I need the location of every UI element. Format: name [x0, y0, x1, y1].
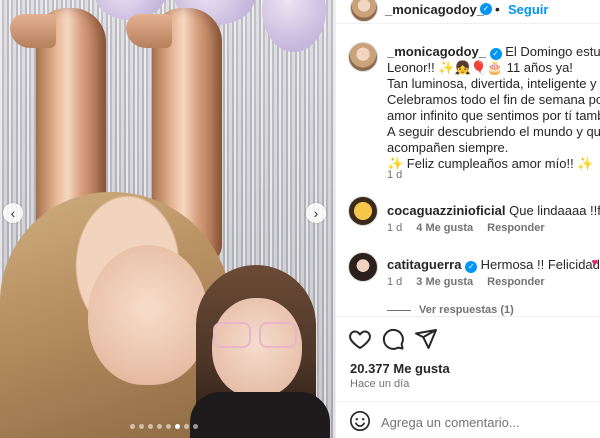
woman-face: [88, 245, 208, 385]
comment-username[interactable]: cocaguazzinioficial: [387, 203, 505, 218]
comment-icon[interactable]: [381, 327, 405, 351]
verified-badge-icon: ✓: [465, 261, 478, 273]
emoji-icon[interactable]: [349, 410, 371, 432]
glasses: [213, 322, 301, 350]
comment-likes[interactable]: 4 Me gusta: [416, 222, 473, 234]
add-comment-input[interactable]: Agrega un comentario...: [381, 415, 520, 430]
follow-button[interactable]: Seguir: [508, 2, 548, 17]
post-actions: 20.377 Me gusta Hace un día Agrega un co…: [336, 316, 600, 438]
header-username[interactable]: _monicagodoy_: [385, 2, 484, 17]
caption-line: amor infinito que sentimos por tí tambié…: [387, 108, 600, 123]
verified-badge-icon: ✓: [489, 48, 502, 60]
verified-badge-icon: ✓: [480, 3, 492, 15]
comment-likes[interactable]: 3 Me gusta: [416, 276, 473, 288]
heart-emoji-icon: ♥: [591, 257, 598, 269]
view-replies-label: Ver respuestas (1): [419, 304, 514, 316]
avatar[interactable]: [350, 0, 378, 22]
comment-username[interactable]: catitaguerra: [387, 257, 461, 272]
share-icon[interactable]: [414, 327, 438, 351]
carousel-dot[interactable]: [166, 424, 171, 429]
avatar[interactable]: [348, 42, 378, 72]
avatar[interactable]: [348, 252, 378, 282]
separator-dot: •: [495, 1, 500, 17]
comment-time: 1 d: [387, 276, 403, 288]
carousel-dot[interactable]: [148, 424, 153, 429]
caption-text: El Domingo estuvo de: [505, 44, 600, 59]
add-comment-bar: Agrega un comentario...: [336, 401, 600, 438]
post-caption: _monicagodoy_ ✓ El Domingo estuvo de Leo…: [387, 44, 600, 172]
comment-text: Hermosa !! Felicidades !: [480, 257, 600, 272]
caption-line: Tan luminosa, divertida, inteligente y s…: [387, 76, 600, 91]
likes-count[interactable]: 20.377 Me gusta: [350, 361, 450, 376]
caption-line: acompañen siempre.: [387, 140, 509, 155]
comment-text: Que lindaaaa !!feliz Cu: [509, 203, 600, 218]
carousel-dot[interactable]: [157, 424, 162, 429]
comment: catitaguerra ✓ Hermosa !! Felicidades !: [387, 257, 600, 273]
post-timestamp: Hace un día: [350, 378, 410, 390]
comment: cocaguazzinioficial Que lindaaaa !!feliz…: [387, 203, 600, 218]
replies-line: [387, 309, 411, 311]
comment-meta: 1 d 4 Me gusta Responder: [387, 222, 545, 234]
heart-icon[interactable]: [348, 327, 372, 351]
avatar[interactable]: [348, 196, 378, 226]
caption-line: A seguir descubriendo el mundo y que las: [387, 124, 600, 139]
chevron-right-icon[interactable]: ›: [306, 203, 326, 223]
carousel-dots: [130, 424, 198, 429]
post-side-panel: _monicagodoy_ ✓ • Seguir _monicagodoy_ ✓…: [335, 0, 600, 438]
caption-line: ✨ Feliz cumpleaños amor mío!! ✨: [387, 156, 594, 171]
carousel-dot[interactable]: [139, 424, 144, 429]
caption-username[interactable]: _monicagodoy_: [387, 44, 486, 59]
caption-line: Leonor!! ✨👧🎈🎂 11 años ya!: [387, 60, 573, 75]
reply-button[interactable]: Responder: [487, 222, 544, 234]
carousel-dot[interactable]: [130, 424, 135, 429]
caption-line: Celebramos todo el fin de semana porque: [387, 92, 600, 107]
caption-time: 1 d: [387, 169, 403, 181]
caption-meta: 1 d: [387, 169, 402, 181]
caption-line: _monicagodoy_ ✓ El Domingo estuvo de: [387, 44, 600, 60]
carousel-dot[interactable]: [184, 424, 189, 429]
comment-meta: 1 d 3 Me gusta Responder: [387, 276, 545, 288]
reply-button[interactable]: Responder: [487, 276, 544, 288]
view-replies-button[interactable]: Ver respuestas (1): [387, 304, 514, 316]
post-photo[interactable]: ‹ ›: [0, 0, 335, 438]
carousel-dot[interactable]: [193, 424, 198, 429]
chevron-left-icon[interactable]: ‹: [3, 203, 23, 223]
girl-shirt: [190, 392, 330, 438]
carousel-dot-active[interactable]: [175, 424, 180, 429]
post-header: _monicagodoy_ ✓ • Seguir: [336, 0, 600, 24]
comment-time: 1 d: [387, 222, 403, 234]
